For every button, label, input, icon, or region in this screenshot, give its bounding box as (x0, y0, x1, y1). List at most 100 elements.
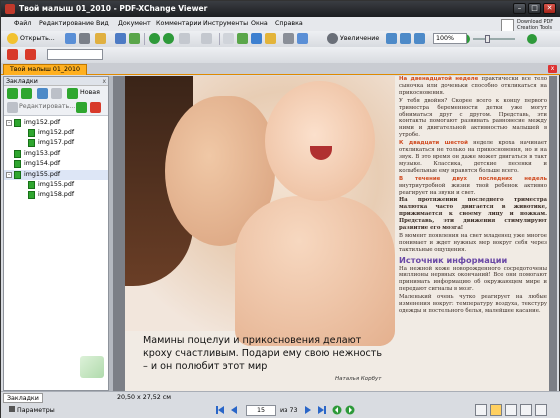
bookmark-label: img152.pdf (38, 129, 75, 136)
single-page-view-icon[interactable] (475, 404, 487, 416)
scan-icon[interactable] (129, 33, 140, 44)
snapshot-icon[interactable] (237, 33, 248, 44)
menu-tools[interactable]: Инструменты (203, 20, 248, 27)
zoom-input[interactable]: 100% (433, 33, 467, 44)
print-icon[interactable] (79, 33, 90, 44)
fit-visible-icon[interactable] (414, 33, 425, 44)
last-page-icon[interactable] (317, 405, 327, 415)
bookmark-icon (28, 139, 35, 147)
open-icon (7, 33, 18, 44)
next-page-icon[interactable] (303, 405, 313, 415)
hand-tool-icon[interactable] (265, 33, 276, 44)
collapse-all-icon[interactable] (21, 88, 32, 99)
prev-page-icon[interactable] (229, 405, 239, 415)
zoom-in-icon[interactable] (527, 34, 537, 44)
bookmark-tree: - img152.pdf img152.pdf img157.pdf img15… (4, 116, 108, 378)
document-view[interactable]: Мамины поцелуи и прикосновения делают кр… (113, 76, 557, 391)
params-button[interactable]: Параметры (9, 406, 55, 416)
watermark-logo (80, 356, 104, 378)
p5-bold-text: На протяжении последнего триместра малют… (399, 197, 547, 232)
bookmark-icon (14, 119, 21, 127)
photo-signature: Наталья Корбут (335, 376, 382, 382)
options-icon[interactable] (51, 88, 62, 99)
p6-text: В момент появления на свет младенец уже … (399, 232, 547, 253)
fit-width-icon[interactable] (400, 33, 411, 44)
bookmark-item[interactable]: img155.pdf (4, 180, 108, 190)
bookmark-icon (14, 160, 21, 168)
history-back-icon[interactable] (332, 405, 342, 415)
title-bar: Твой малыш 01_2010 - PDF-XChange Viewer … (1, 1, 560, 17)
bookmark-item[interactable]: - img152.pdf (4, 118, 108, 128)
params-icon (9, 406, 15, 412)
bookmark-icon (28, 191, 35, 199)
bookmark-item[interactable]: img157.pdf (4, 138, 108, 148)
menu-document[interactable]: Документ (118, 20, 151, 27)
close-window-button[interactable]: ✕ (543, 3, 556, 14)
move-up-icon[interactable] (76, 102, 87, 113)
menu-help[interactable]: Справка (275, 20, 303, 27)
maximize-button[interactable]: □ (528, 3, 541, 14)
bookmark-label: img155.pdf (24, 171, 61, 178)
collapse-toggle[interactable]: - (6, 172, 12, 178)
bookmark-icon (28, 181, 35, 189)
open-button[interactable]: Открыть... (20, 33, 55, 45)
find-bookmark-icon[interactable] (37, 88, 48, 99)
zoom-slider-knob[interactable] (485, 35, 490, 43)
bookmark-label: img152.pdf (24, 119, 61, 126)
menu-bar: Файл Редактирование Вид Документ Коммент… (1, 17, 560, 31)
menu-view[interactable]: Вид (96, 20, 109, 27)
email-icon[interactable] (115, 33, 126, 44)
first-page-icon[interactable] (215, 405, 225, 415)
history-forward-icon[interactable] (345, 405, 355, 415)
zoom-slider[interactable] (473, 35, 515, 43)
collapse-toggle[interactable]: - (6, 120, 12, 126)
menu-windows[interactable]: Окна (251, 20, 268, 27)
page-count: из 73 (280, 407, 298, 414)
menu-edit[interactable]: Редактирование (39, 20, 94, 27)
edit-bookmark-button[interactable]: Редактировать... (19, 103, 75, 110)
page-number-input[interactable]: 15 (246, 405, 276, 416)
bookmark-icon (28, 129, 35, 137)
undo-icon[interactable] (179, 33, 190, 44)
pdf-page: Мамины поцелуи и прикосновения делают кр… (125, 76, 549, 391)
facing-view-icon[interactable] (505, 404, 517, 416)
app-icon (5, 4, 15, 14)
link-icon[interactable] (25, 49, 36, 60)
redo-icon[interactable] (201, 33, 212, 44)
bookmark-item[interactable]: img158.pdf (4, 190, 108, 200)
panel-tab-bookmarks[interactable]: Закладки (3, 393, 43, 403)
p7-text: На нежной коже новорожденного сосредоточ… (399, 265, 547, 293)
forward-icon[interactable] (163, 33, 174, 44)
save-icon[interactable] (65, 33, 76, 44)
p2-text: У тебя двойня? Скорее всего к концу перв… (399, 97, 547, 139)
tab-document[interactable]: Твой малыш 01_2010 (3, 64, 88, 75)
expand-all-icon[interactable] (7, 88, 18, 99)
select-text-icon[interactable] (223, 33, 234, 44)
new-bookmark-button[interactable]: Новая (80, 89, 100, 96)
menu-comments[interactable]: Комментарии (156, 20, 202, 27)
bookmark-item[interactable]: img152.pdf (4, 128, 108, 138)
menu-file[interactable]: Файл (14, 20, 31, 27)
bookmark-item[interactable]: img154.pdf (4, 159, 108, 169)
find-input[interactable] (47, 49, 103, 60)
highlight-icon[interactable] (7, 49, 18, 60)
bookmark-label: img157.pdf (38, 139, 75, 146)
cover-view-icon[interactable] (535, 404, 547, 416)
bookmark-item-selected[interactable]: - img155.pdf (4, 170, 108, 180)
select-tool-icon[interactable] (297, 33, 308, 44)
folder-icon[interactable] (95, 33, 106, 44)
actual-size-icon[interactable] (386, 33, 397, 44)
delete-bookmark-icon[interactable] (90, 102, 101, 113)
page-size-readout: 20,50 x 27,52 см (117, 394, 171, 401)
facing-continuous-view-icon[interactable] (520, 404, 532, 416)
zoom-button[interactable]: Увеличение (340, 33, 379, 45)
close-panel-icon[interactable]: x (102, 77, 106, 86)
rotate-icon[interactable] (251, 33, 262, 44)
close-tab-button[interactable]: x (548, 65, 557, 73)
bookmark-item[interactable]: img153.pdf (4, 149, 108, 159)
fit-page-icon[interactable] (283, 33, 294, 44)
minimize-button[interactable]: – (513, 3, 526, 14)
zoom-icon (327, 33, 338, 44)
continuous-view-icon[interactable] (490, 404, 502, 416)
back-icon[interactable] (149, 33, 160, 44)
